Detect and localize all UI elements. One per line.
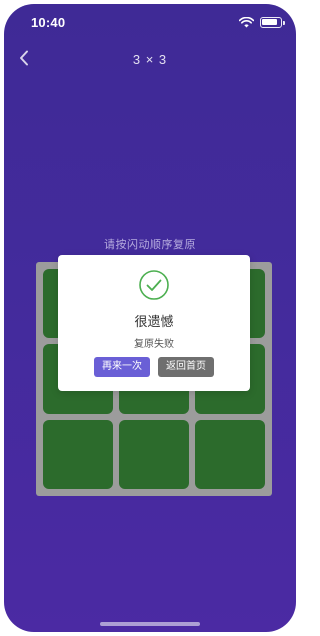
- grid-cell[interactable]: [119, 419, 189, 489]
- battery-fill: [262, 19, 277, 25]
- check-circle-icon: [138, 269, 170, 301]
- dialog-title: 很遗憾: [134, 314, 174, 329]
- grid-cell[interactable]: [195, 419, 265, 489]
- home-indicator: [100, 622, 200, 626]
- phone-screen: 10:40 3 × 3 请按闪动顺序复原 很遗憾 复原失败 再来一次 返回首页: [4, 4, 296, 632]
- status-time: 10:40: [31, 15, 66, 30]
- page-title: 3 × 3: [132, 52, 168, 67]
- nav-bar: 3 × 3: [4, 44, 296, 80]
- status-bar: 10:40: [4, 4, 296, 44]
- dialog-actions: 再来一次 返回首页: [58, 357, 250, 377]
- result-dialog: 很遗憾 复原失败 再来一次 返回首页: [58, 255, 250, 391]
- status-icons: [239, 17, 285, 28]
- retry-button[interactable]: 再来一次: [94, 357, 150, 377]
- grid-cell[interactable]: [43, 419, 113, 489]
- back-home-button[interactable]: 返回首页: [158, 357, 214, 377]
- dialog-message: 复原失败: [134, 339, 174, 350]
- battery-icon: [260, 17, 285, 28]
- wifi-icon: [239, 17, 254, 28]
- instruction-text: 请按闪动顺序复原: [104, 239, 196, 251]
